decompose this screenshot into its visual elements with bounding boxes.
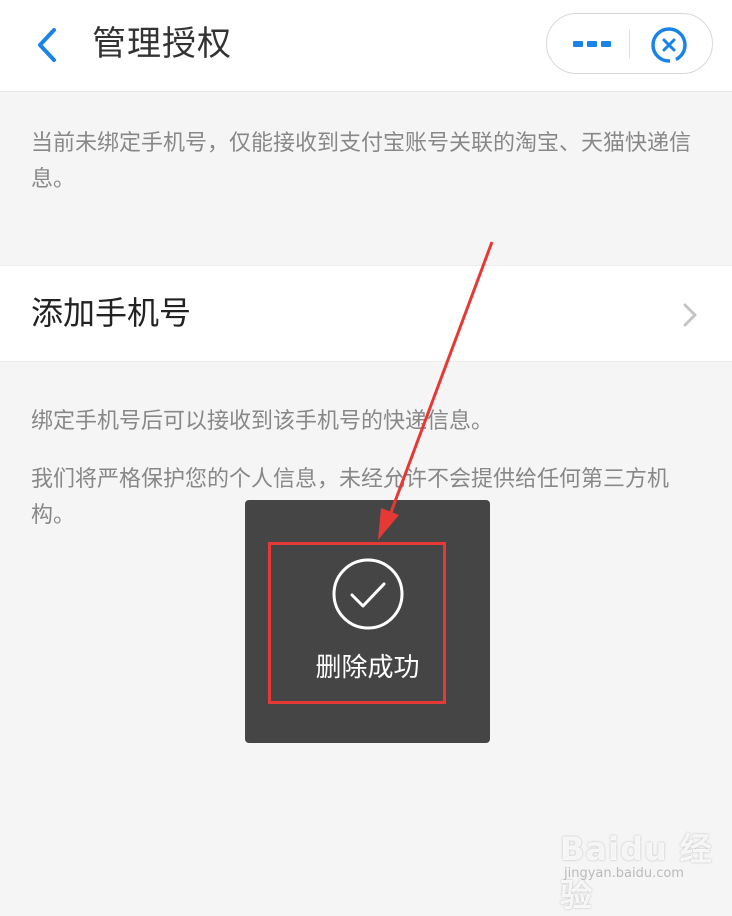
chevron-right-icon bbox=[683, 303, 697, 327]
bind-info-text: 绑定手机号后可以接收到该手机号的快递信息。 bbox=[31, 409, 494, 434]
back-button[interactable] bbox=[30, 22, 66, 68]
chevron-left-icon bbox=[38, 28, 56, 62]
page-title: 管理授权 bbox=[92, 24, 232, 64]
navigation-bar: 管理授权 bbox=[0, 0, 732, 92]
capsule-divider bbox=[629, 30, 630, 58]
close-button[interactable] bbox=[647, 23, 691, 67]
more-button[interactable] bbox=[563, 24, 623, 64]
add-phone-label: 添加手机号 bbox=[31, 294, 192, 332]
unbound-notice: 当前未绑定手机号，仅能接收到支付宝账号关联的淘宝、天猫快递信息。 bbox=[31, 131, 692, 192]
close-circle-icon bbox=[650, 26, 688, 64]
annotation-highlight-box bbox=[268, 542, 446, 704]
baidu-jingyan-watermark: Baidu 经验 jingyan.baidu.com bbox=[560, 818, 720, 914]
add-phone-row[interactable]: 添加手机号 bbox=[0, 265, 732, 362]
watermark-site: jingyan.baidu.com bbox=[564, 866, 684, 881]
more-dots-icon bbox=[573, 41, 611, 47]
capsule-menu bbox=[546, 13, 713, 74]
